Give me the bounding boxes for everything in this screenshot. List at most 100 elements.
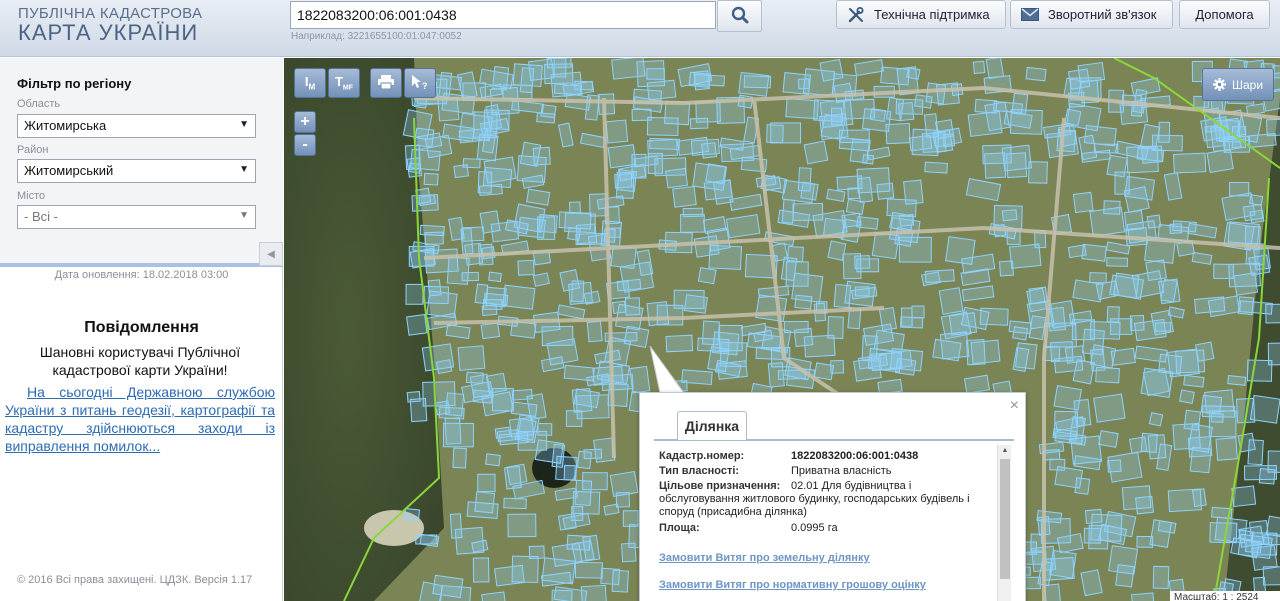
parcel-shape[interactable] [906, 67, 921, 80]
parcel-shape[interactable] [1123, 209, 1145, 232]
scroll-thumb[interactable] [1000, 459, 1010, 579]
parcel-shape[interactable] [1152, 565, 1170, 589]
parcel-shape[interactable] [782, 72, 812, 95]
parcel-shape[interactable] [803, 140, 829, 165]
parcel-shape[interactable] [1267, 450, 1280, 474]
parcel-shape[interactable] [478, 183, 503, 197]
parcel-shape[interactable] [1103, 200, 1121, 215]
parcel-shape[interactable] [900, 307, 913, 327]
popup-scrollbar[interactable]: ▲ [997, 445, 1011, 601]
parcel-shape[interactable] [1267, 342, 1280, 366]
parcel-shape[interactable] [526, 188, 551, 206]
parcel-shape[interactable] [1263, 534, 1280, 546]
parcel-shape[interactable] [586, 320, 603, 343]
parcel-shape[interactable] [869, 107, 887, 123]
parcel-shape[interactable] [449, 513, 463, 539]
parcel-shape[interactable] [528, 545, 545, 560]
parcel-shape[interactable] [1183, 374, 1205, 388]
parcel-shape[interactable] [755, 294, 788, 323]
parcel-shape[interactable] [422, 381, 456, 407]
parcel-shape[interactable] [1001, 144, 1033, 172]
parcel-shape[interactable] [571, 280, 585, 303]
parcel-shape[interactable] [419, 533, 440, 548]
parcel-shape[interactable] [1229, 181, 1250, 197]
parcel-shape[interactable] [1071, 319, 1095, 341]
parcel-shape[interactable] [406, 157, 423, 178]
parcel-shape[interactable] [427, 279, 442, 297]
parcel-shape[interactable] [1167, 348, 1200, 378]
parcel-shape[interactable] [611, 300, 627, 315]
parcel-shape[interactable] [1090, 513, 1123, 542]
parcel-shape[interactable] [461, 271, 479, 282]
parcel-shape[interactable] [607, 144, 637, 169]
parcel-shape[interactable] [423, 172, 439, 186]
parcel-shape[interactable] [854, 286, 870, 297]
measure-area-button[interactable]: TMF [328, 68, 360, 98]
parcel-shape[interactable] [504, 465, 522, 490]
parcel-shape[interactable] [1149, 519, 1173, 548]
parcel-shape[interactable] [494, 564, 525, 587]
parcel-shape[interactable] [921, 132, 947, 153]
parcel-shape[interactable] [573, 80, 594, 91]
parcel-shape[interactable] [1128, 436, 1148, 454]
parcel-shape[interactable] [1140, 367, 1174, 399]
parcel-shape[interactable] [948, 312, 978, 336]
parcel-shape[interactable] [697, 267, 717, 285]
parcel-shape[interactable] [693, 74, 725, 87]
parcel-shape[interactable] [1014, 342, 1038, 370]
parcel-shape[interactable] [841, 212, 862, 229]
parcel-shape[interactable] [1098, 430, 1119, 448]
parcel-shape[interactable] [827, 240, 847, 261]
parcel-shape[interactable] [966, 339, 986, 366]
parcel-shape[interactable] [706, 227, 731, 252]
parcel-shape[interactable] [1194, 296, 1226, 314]
region-select[interactable]: Житомирська ▼ [17, 114, 256, 138]
parcel-shape[interactable] [1129, 315, 1145, 332]
parcel-shape[interactable] [558, 211, 592, 230]
parcel-shape[interactable] [1053, 355, 1084, 374]
parcel-shape[interactable] [592, 365, 624, 386]
parcel-shape[interactable] [616, 171, 635, 199]
parcel-shape[interactable] [584, 94, 600, 121]
parcel-shape[interactable] [656, 304, 684, 326]
close-popup-button[interactable]: × [1010, 397, 1019, 415]
parcel-shape[interactable] [813, 99, 845, 123]
parcel-shape[interactable] [477, 473, 496, 493]
parcel-shape[interactable] [1123, 186, 1150, 213]
parcel-shape[interactable] [619, 261, 655, 293]
parcel-shape[interactable] [1036, 510, 1063, 524]
layers-button[interactable]: Шари [1202, 68, 1274, 101]
parcel-shape[interactable] [452, 447, 467, 469]
parcel-shape[interactable] [692, 162, 728, 191]
parcel-shape[interactable] [1215, 437, 1238, 461]
parcel-shape[interactable] [507, 513, 537, 538]
parcel-shape[interactable] [621, 542, 637, 563]
parcel-shape[interactable] [1089, 272, 1107, 284]
parcel-shape[interactable] [1183, 409, 1202, 431]
parcel-shape[interactable] [1009, 243, 1042, 269]
parcel-shape[interactable] [1080, 569, 1103, 597]
parcel-shape[interactable] [1053, 385, 1082, 411]
parcel-shape[interactable] [600, 567, 621, 586]
parcel-shape[interactable] [597, 93, 616, 115]
parcel-shape[interactable] [979, 307, 1009, 326]
tab-parcel[interactable]: Ділянка [677, 411, 747, 440]
parcel-shape[interactable] [1028, 315, 1047, 340]
parcel-shape[interactable] [945, 236, 976, 265]
search-button[interactable] [717, 0, 762, 32]
parcel-shape[interactable] [439, 585, 472, 601]
parcel-shape[interactable] [532, 272, 550, 287]
parcel-shape[interactable] [1108, 545, 1139, 575]
print-button[interactable] [370, 68, 402, 98]
parcel-shape[interactable] [1110, 318, 1133, 335]
parcel-shape[interactable] [519, 141, 542, 167]
parcel-shape[interactable] [766, 124, 784, 144]
parcel-shape[interactable] [1227, 375, 1247, 386]
parcel-shape[interactable] [649, 137, 680, 150]
parcel-shape[interactable] [1093, 393, 1126, 423]
parcel-shape[interactable] [1151, 134, 1183, 152]
parcel-shape[interactable] [903, 179, 924, 205]
parcel-shape[interactable] [1231, 485, 1257, 508]
parcel-shape[interactable] [517, 259, 535, 276]
parcel-shape[interactable] [1064, 108, 1082, 127]
